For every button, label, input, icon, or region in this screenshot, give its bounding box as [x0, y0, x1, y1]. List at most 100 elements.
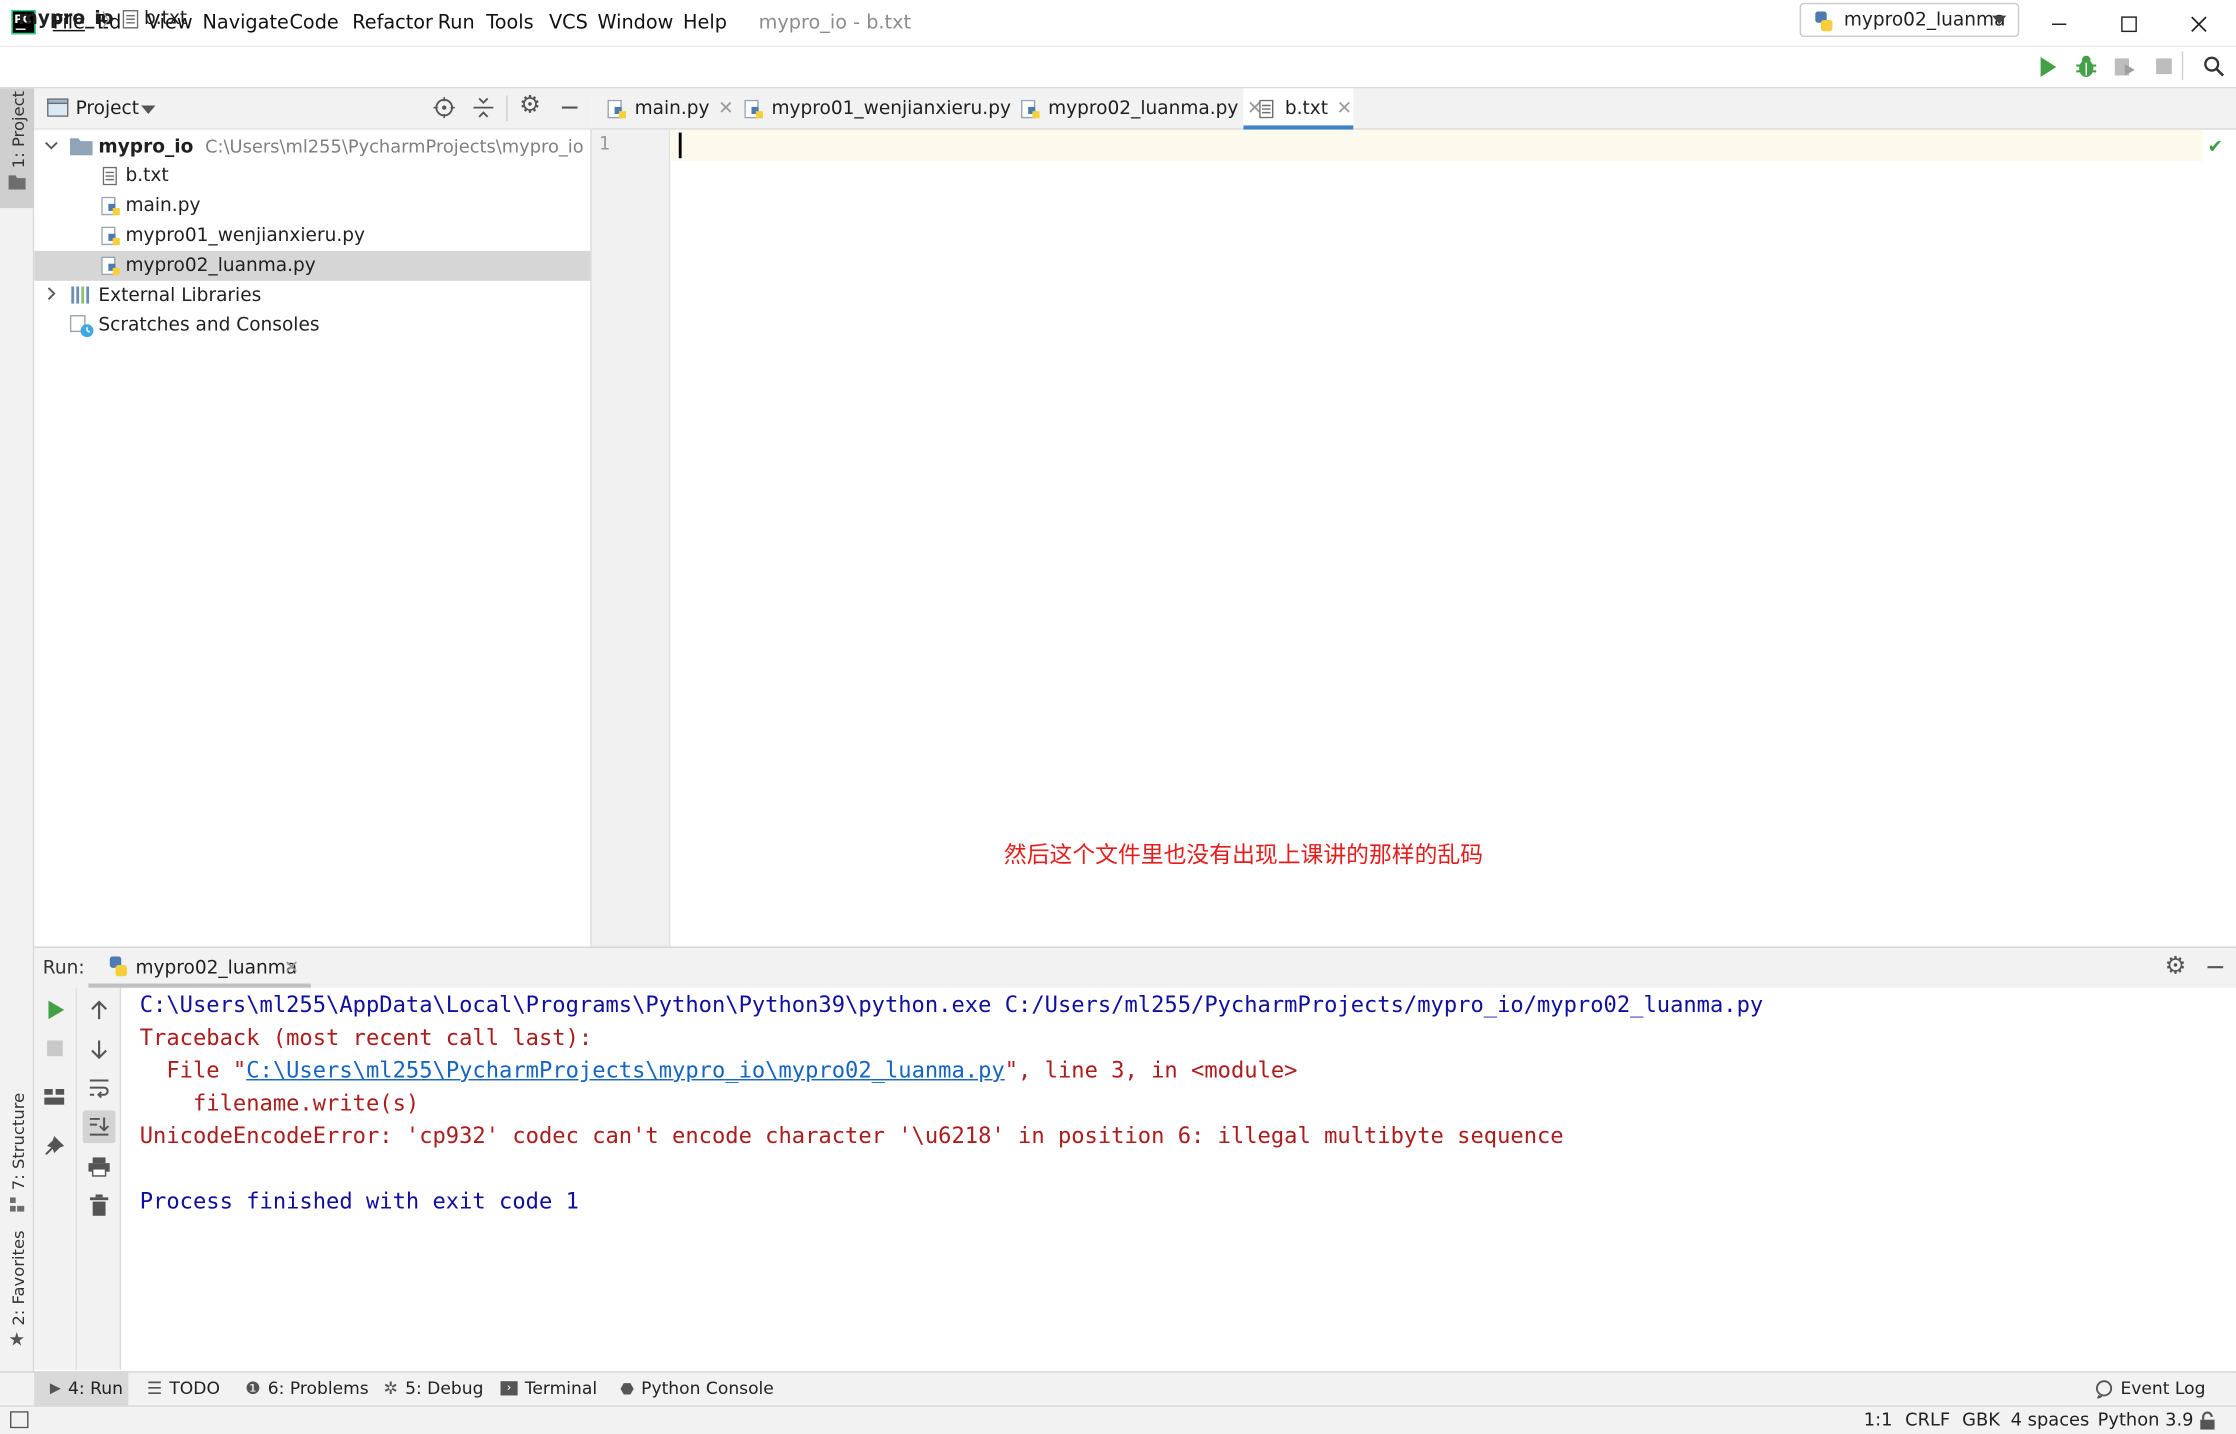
tab-mypro01[interactable]: mypro01_wenjianxieru.py ✕: [744, 88, 1035, 129]
gear-icon[interactable]: ⚙: [519, 91, 541, 120]
console-line-traceback: Traceback (most recent call last):: [139, 1024, 593, 1051]
favorites-tool-label[interactable]: 2: Favorites: [9, 1230, 29, 1325]
tree-item-main-py[interactable]: main.py: [125, 195, 200, 216]
tree-item-root[interactable]: mypro_io C:\Users\ml255\PycharmProjects\…: [98, 135, 583, 158]
run-tool-label[interactable]: ▶ 4: Run: [50, 1378, 123, 1398]
tree-item-mypro01[interactable]: mypro01_wenjianxieru.py: [125, 225, 364, 246]
console-line-error: UnicodeEncodeError: 'cp932' codec can't …: [139, 1123, 1564, 1149]
root-folder-path: C:\Users\ml255\PycharmProjects\mypro_io: [205, 135, 584, 157]
navigation-bar: [0, 47, 2236, 89]
print-icon[interactable]: [88, 1156, 110, 1177]
star-icon: ★: [8, 1329, 26, 1352]
structure-icon: [9, 1197, 25, 1212]
close-tab-icon[interactable]: ✕: [284, 958, 300, 979]
structure-tool-label[interactable]: 7: Structure: [9, 1093, 29, 1190]
run-with-coverage-button[interactable]: [2113, 56, 2136, 79]
list-icon: ☰: [146, 1378, 163, 1399]
chevron-down-icon[interactable]: [44, 138, 58, 152]
tab-b-txt[interactable]: b.txt ✕: [1259, 88, 1352, 129]
source-file-link[interactable]: C:\Users\ml255\PycharmProjects\mypro_io\…: [246, 1058, 1005, 1084]
chevron-down-icon[interactable]: [141, 105, 156, 115]
tree-item-scratches[interactable]: Scratches and Consoles: [98, 315, 319, 336]
line-number: 1: [598, 133, 611, 156]
tool-label: 5: Debug: [405, 1378, 484, 1399]
python-console-tool-button[interactable]: ⬣ Python Console: [620, 1378, 774, 1398]
bug-icon: ✲: [383, 1378, 398, 1399]
menu-vcs[interactable]: VCS: [549, 11, 588, 34]
python-file-icon: [607, 99, 627, 118]
current-line-highlight[interactable]: [670, 129, 2204, 162]
tree-item-external-libraries[interactable]: External Libraries: [98, 285, 261, 306]
python-icon: [1815, 11, 1833, 32]
editor-gutter: [591, 129, 671, 947]
inspection-ok-icon[interactable]: ✔: [2207, 137, 2223, 158]
indent-setting[interactable]: 4 spaces: [2011, 1408, 2090, 1429]
tool-label: 4: Run: [68, 1378, 123, 1399]
caret-position[interactable]: 1:1: [1864, 1408, 1893, 1429]
menu-help[interactable]: Help: [683, 11, 727, 34]
todo-tool-button[interactable]: ☰ TODO: [147, 1378, 220, 1398]
tool-label: Python Console: [641, 1378, 774, 1399]
menu-refactor[interactable]: Refactor: [352, 11, 433, 34]
line-separator[interactable]: CRLF: [1905, 1408, 1950, 1429]
menu-tools[interactable]: Tools: [486, 11, 533, 34]
event-log-icon: [2096, 1379, 2113, 1398]
console-text: File ": [139, 1057, 247, 1084]
console-line-file: File "C:\Users\ml255\PycharmProjects\myp…: [139, 1057, 1297, 1084]
breadcrumb-project[interactable]: mypro_io: [19, 9, 114, 30]
stop-button[interactable]: [47, 1040, 64, 1058]
run-configuration-select[interactable]: mypro02_luanma: [1799, 2, 2020, 38]
tree-item-b-txt[interactable]: b.txt: [125, 165, 168, 186]
hide-panel-icon[interactable]: [560, 98, 579, 117]
python-console-icon: ⬣: [620, 1379, 635, 1398]
menu-run[interactable]: Run: [438, 11, 475, 34]
soft-wrap-icon[interactable]: [88, 1078, 109, 1099]
tab-label: mypro02_luanma.py: [1048, 98, 1239, 120]
rerun-button[interactable]: [46, 999, 66, 1020]
pin-icon[interactable]: [44, 1136, 65, 1157]
tab-mypro02[interactable]: mypro02_luanma.py ✕: [1021, 88, 1263, 129]
text-caret: [678, 132, 682, 159]
chevron-right-icon[interactable]: [44, 287, 58, 301]
trash-icon[interactable]: [89, 1194, 109, 1216]
file-encoding[interactable]: GBK: [1962, 1408, 2000, 1429]
text-file-icon: [122, 9, 139, 29]
event-log-button[interactable]: Event Log: [2095, 1378, 2205, 1398]
layout-icon[interactable]: [44, 1088, 65, 1107]
close-window-button[interactable]: [2166, 0, 2232, 47]
problems-tool-button[interactable]: ❶ 6: Problems: [245, 1378, 368, 1398]
search-icon[interactable]: [2203, 56, 2225, 77]
minimize-button[interactable]: [2026, 0, 2092, 47]
run-button[interactable]: [2038, 56, 2058, 79]
locate-icon[interactable]: [433, 96, 455, 119]
project-tool-label: 1: Project: [8, 90, 29, 169]
menu-code[interactable]: Code: [289, 11, 338, 34]
console-line-exit: Process finished with exit code 1: [139, 1188, 579, 1215]
stop-button[interactable]: [2155, 57, 2174, 76]
collapse-all-icon[interactable]: [473, 97, 494, 118]
terminal-tool-button[interactable]: › Terminal: [500, 1378, 597, 1398]
python-file-icon: [744, 99, 763, 118]
hide-panel-icon[interactable]: [2206, 958, 2225, 977]
arrow-down-icon[interactable]: [90, 1039, 109, 1060]
debug-button[interactable]: [2075, 54, 2098, 78]
maximize-button[interactable]: [2096, 0, 2162, 47]
menu-navigate[interactable]: Navigate: [202, 11, 288, 34]
gear-icon[interactable]: ⚙: [2165, 952, 2187, 981]
arrow-up-icon[interactable]: [90, 999, 109, 1020]
run-tab-label: mypro02_luanma: [135, 957, 298, 980]
tab-main-py[interactable]: main.py ✕: [607, 88, 734, 129]
tree-item-mypro02[interactable]: mypro02_luanma.py: [125, 255, 315, 276]
python-interpreter[interactable]: Python 3.9: [2098, 1408, 2194, 1429]
python-file-icon: [1021, 99, 1040, 118]
project-panel-title[interactable]: Project: [76, 98, 139, 119]
lock-icon[interactable]: [2199, 1411, 2216, 1430]
close-tab-icon[interactable]: ✕: [1337, 98, 1353, 119]
breadcrumb-file[interactable]: b.txt: [144, 9, 187, 30]
menu-window[interactable]: Window: [597, 11, 673, 34]
minimize-icon: [2052, 22, 2067, 25]
python-file-icon: [101, 256, 120, 276]
close-tab-icon[interactable]: ✕: [718, 98, 734, 119]
tool-windows-icon[interactable]: [9, 1411, 29, 1429]
debug-tool-button[interactable]: ✲ 5: Debug: [384, 1378, 484, 1398]
